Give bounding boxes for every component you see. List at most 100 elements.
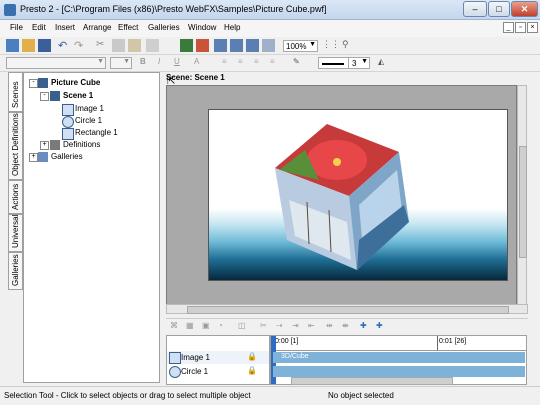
add-keyframe-icon[interactable]: ✚ xyxy=(360,321,373,334)
remove-keyframe-icon[interactable]: ✚ xyxy=(376,321,389,334)
font-name-select[interactable]: ▼ xyxy=(6,57,106,69)
open-icon[interactable] xyxy=(22,39,35,52)
timeline-tool-icon[interactable]: ⇤ xyxy=(308,321,321,334)
scene-tree: - Picture Cube - Scene 1 Image 1 Circle … xyxy=(23,72,160,383)
track-row[interactable]: Circle 1 🔒 xyxy=(167,365,269,378)
zoom-select[interactable]: 100% ▼ xyxy=(283,40,318,52)
align-right-icon[interactable]: ≡ xyxy=(254,57,267,70)
menu-insert[interactable]: Insert xyxy=(55,23,75,32)
horizontal-scroll-thumb[interactable] xyxy=(187,306,509,314)
minimize-button[interactable]: – xyxy=(463,1,487,17)
fill-color-icon[interactable]: ◭ xyxy=(378,57,391,70)
grid-icon[interactable]: ⋮⋮ xyxy=(322,39,340,52)
underline-icon[interactable]: U xyxy=(174,57,187,70)
menu-edit[interactable]: Edit xyxy=(32,23,46,32)
font-size-select[interactable]: ▼ xyxy=(110,57,132,69)
collapse-icon[interactable]: - xyxy=(40,92,49,101)
expand-icon[interactable]: + xyxy=(40,141,49,150)
italic-icon[interactable]: I xyxy=(158,57,171,70)
lock-icon[interactable]: 🔒 xyxy=(247,352,257,361)
undo-icon[interactable]: ↶ xyxy=(58,39,71,52)
tree-scene[interactable]: Scene 1 xyxy=(63,91,93,100)
text-color-icon[interactable]: A xyxy=(194,57,207,70)
tree-definitions[interactable]: Definitions xyxy=(63,140,100,149)
picture-cube[interactable] xyxy=(209,110,509,282)
line-color-icon[interactable]: ✎ xyxy=(293,57,306,70)
status-bar: Selection Tool - Click to select objects… xyxy=(0,386,540,405)
line-sample xyxy=(322,63,344,65)
align-left-icon[interactable]: ≡ xyxy=(222,57,235,70)
tree-root[interactable]: Picture Cube xyxy=(51,78,100,87)
delete-icon[interactable] xyxy=(146,39,159,52)
tree-galleries[interactable]: Galleries xyxy=(51,152,83,161)
timeline-tool-icon[interactable]: ⇥ xyxy=(292,321,305,334)
timeline-tool-icon[interactable]: ⇹ xyxy=(326,321,339,334)
timeline-tool-icon[interactable]: ⇢ xyxy=(276,321,289,334)
app-icon xyxy=(4,4,16,16)
format-toolbar: ▼ ▼ B I U A ≡ ≡ ≡ ≡ ✎ 3 ▼ ◭ xyxy=(0,55,540,72)
new-icon[interactable] xyxy=(6,39,19,52)
timeline-tool-icon[interactable]: ✂ xyxy=(260,321,273,334)
snap-icon[interactable]: ⚲ xyxy=(342,39,355,52)
order-icon[interactable] xyxy=(246,39,259,52)
timeline-area[interactable]: 0:00 [1] 0:01 [26] 3D/Cube xyxy=(270,335,527,385)
line-width-select[interactable]: 3 ▼ xyxy=(348,57,370,69)
tree-image[interactable]: Image 1 xyxy=(75,104,104,113)
menu-help[interactable]: Help xyxy=(224,23,240,32)
canvas-vertical-scrollbar[interactable] xyxy=(517,85,527,305)
bold-icon[interactable]: B xyxy=(140,57,153,70)
timeline-tool-icon[interactable]: ▣ xyxy=(202,321,215,334)
timeline-tool-icon[interactable]: ◔ xyxy=(218,321,231,334)
timeline-tool-icon[interactable]: ▦ xyxy=(186,321,199,334)
line-width-value: 3 xyxy=(352,59,357,68)
expand-icon[interactable]: + xyxy=(29,153,38,162)
collapse-icon[interactable]: - xyxy=(29,79,38,88)
redo-icon[interactable]: ↷ xyxy=(74,39,87,52)
timeline-ruler[interactable]: 0:00 [1] 0:01 [26] xyxy=(271,336,526,351)
menu-file[interactable]: File xyxy=(10,23,23,32)
align-center-icon[interactable]: ≡ xyxy=(238,57,251,70)
tab-actions[interactable]: Actions xyxy=(8,180,23,214)
image-icon xyxy=(169,352,181,364)
cut-icon[interactable]: ✂ xyxy=(96,39,109,52)
timeline-tool-icon[interactable]: ⌘ xyxy=(170,321,183,334)
tab-universal[interactable]: Universal xyxy=(8,214,23,252)
track-bar-image[interactable]: 3D/Cube xyxy=(273,352,525,363)
menu-window[interactable]: Window xyxy=(188,23,216,32)
scene-stage[interactable] xyxy=(208,109,508,281)
vertical-scroll-thumb[interactable] xyxy=(519,146,527,258)
tree-circle[interactable]: Circle 1 xyxy=(75,116,102,125)
menu-effect[interactable]: Effect xyxy=(118,23,138,32)
lock-icon[interactable]: 🔒 xyxy=(247,366,257,375)
timeline-scroll-thumb[interactable] xyxy=(291,377,453,385)
flower-center xyxy=(333,158,341,166)
tree-rectangle[interactable]: Rectangle 1 xyxy=(75,128,118,137)
tab-scenes[interactable]: Scenes xyxy=(8,72,23,112)
align-icon[interactable] xyxy=(214,39,227,52)
track-bar-circle[interactable] xyxy=(273,366,525,377)
group-icon[interactable] xyxy=(230,39,243,52)
time-end: 0:01 [26] xyxy=(439,338,467,345)
canvas-horizontal-scrollbar[interactable] xyxy=(166,304,528,314)
mdi-minimize-icon[interactable]: _ xyxy=(503,22,514,33)
window-title: Presto 2 - [C:\Program Files (x86)\Prest… xyxy=(20,4,327,14)
tab-object-definitions[interactable]: Object Definitions xyxy=(8,112,23,180)
import-icon[interactable] xyxy=(180,39,193,52)
chevron-down-icon: ▼ xyxy=(361,58,368,65)
mdi-restore-icon[interactable]: ▫ xyxy=(515,22,526,33)
save-icon[interactable] xyxy=(38,39,51,52)
copy-icon[interactable] xyxy=(112,39,125,52)
menu-arrange[interactable]: Arrange xyxy=(83,23,111,32)
paste-icon[interactable] xyxy=(128,39,141,52)
close-button[interactable]: ✕ xyxy=(511,1,538,17)
layer-icon[interactable] xyxy=(262,39,275,52)
timeline-tool-icon[interactable]: ◫ xyxy=(238,321,251,334)
tab-galleries[interactable]: Galleries xyxy=(8,252,23,290)
mdi-close-icon[interactable]: × xyxy=(527,22,538,33)
preview-icon[interactable] xyxy=(196,39,209,52)
menu-galleries[interactable]: Galleries xyxy=(148,23,180,32)
justify-icon[interactable]: ≡ xyxy=(270,57,283,70)
timeline-tool-icon[interactable]: ⇼ xyxy=(342,321,355,334)
maximize-button[interactable]: □ xyxy=(488,1,510,17)
track-row[interactable]: Image 1 🔒 xyxy=(167,351,269,364)
